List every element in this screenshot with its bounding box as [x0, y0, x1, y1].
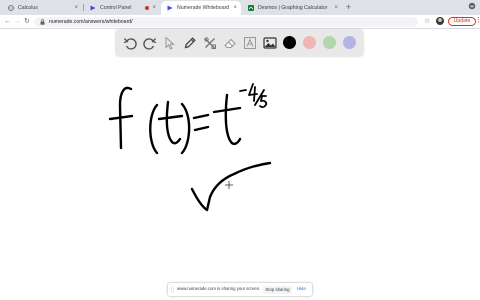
tab-label: Desmos | Graphing Calculator: [258, 5, 328, 11]
handwritten-5: [259, 95, 268, 109]
tab-numerade-whiteboard[interactable]: Numerade Whiteboard ×: [161, 1, 241, 15]
bookmark-star-icon[interactable]: ☆: [424, 17, 430, 26]
screen-share-message: www.numerade.com is sharing your screen.: [177, 286, 261, 291]
drag-handle-icon[interactable]: [171, 286, 174, 293]
handwritten-equals-top: [192, 113, 210, 120]
ink-layer: [108, 83, 272, 212]
handwritten-t-bar: [157, 114, 184, 121]
reload-button[interactable]: ↻: [24, 17, 30, 26]
handwritten-minus: [239, 89, 247, 92]
back-button[interactable]: ←: [4, 17, 11, 26]
tab-calculus[interactable]: Calculus ×: [2, 1, 82, 15]
crosshair-cursor-icon: [225, 181, 233, 189]
forward-button[interactable]: →: [14, 17, 21, 26]
globe-icon: [8, 5, 14, 11]
handwritten-t-2: [224, 93, 242, 146]
handwritten-t: [165, 100, 182, 145]
browser-menu-icon[interactable]: ⋮: [475, 16, 480, 26]
update-button[interactable]: Update: [448, 16, 476, 26]
close-icon[interactable]: ×: [74, 5, 78, 11]
numerade-logo-icon: [167, 5, 173, 11]
tab-label: Calculus: [18, 5, 38, 11]
numerade-logo-icon: [90, 5, 96, 11]
lock-icon: [40, 18, 45, 25]
tab-search-icon[interactable]: [468, 2, 476, 10]
desmos-logo-icon: [248, 5, 254, 11]
new-tab-button[interactable]: +: [346, 2, 351, 12]
handwritten-square-root: [190, 161, 272, 212]
screen-share-bar: www.numerade.com is sharing your screen.…: [168, 283, 312, 296]
close-icon[interactable]: ×: [334, 5, 338, 11]
close-icon[interactable]: ×: [152, 5, 156, 11]
stop-sharing-button[interactable]: Stop sharing: [263, 285, 292, 294]
address-bar[interactable]: numerade.com/answers/whiteboard/: [34, 16, 418, 27]
tab-strip: Calculus × Control Panel × Numerade Whit…: [0, 0, 480, 15]
profile-avatar[interactable]: [436, 17, 444, 25]
tab-control-panel[interactable]: Control Panel ×: [84, 1, 160, 15]
tab-desmos[interactable]: Desmos | Graphing Calculator ×: [242, 1, 342, 15]
handwritten-4: [248, 83, 258, 102]
url-text: numerade.com/answers/whiteboard/: [49, 18, 133, 25]
handwritten-close-paren: [180, 102, 191, 155]
recording-indicator-icon: [145, 6, 150, 10]
handwritten-equals-bottom: [193, 125, 210, 132]
handwritten-fraction-slash: [254, 89, 265, 106]
tab-label: Numerade Whiteboard: [177, 5, 230, 11]
hide-button[interactable]: Hide: [297, 286, 306, 291]
tab-label: Control Panel: [100, 5, 132, 11]
browser-toolbar: ← → ↻ numerade.com/answers/whiteboard/ ☆…: [0, 15, 480, 29]
handwritten-open-paren: [149, 103, 159, 155]
handwritten-f-bar: [108, 114, 134, 121]
close-icon[interactable]: ×: [233, 5, 237, 11]
